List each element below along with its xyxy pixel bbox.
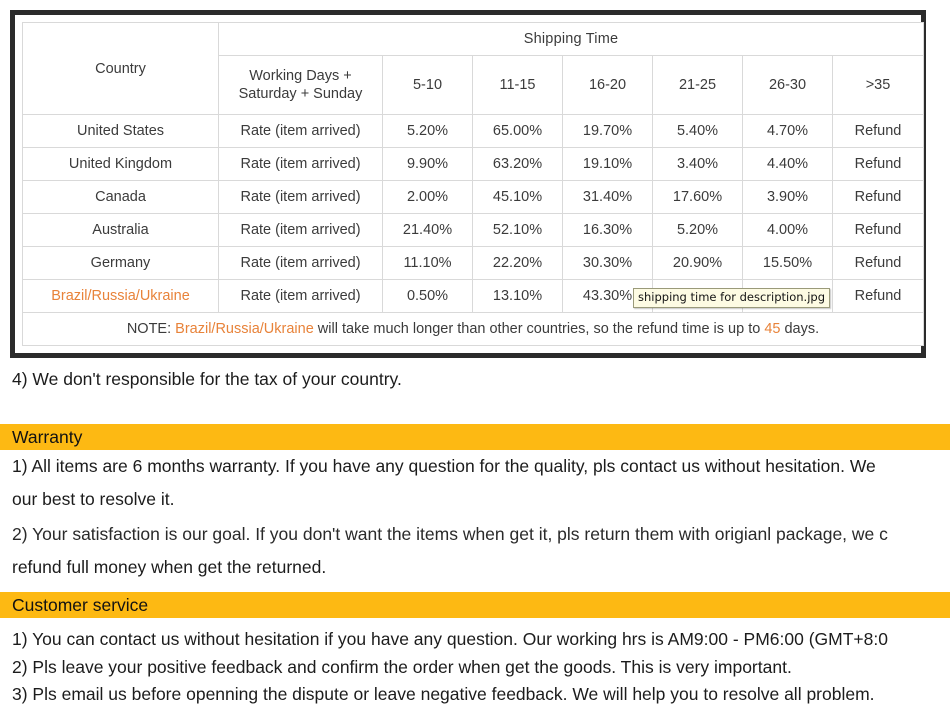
table-row: United Kingdom Rate (item arrived) 9.90%… bbox=[23, 148, 923, 181]
note-prefix: NOTE: bbox=[126, 320, 176, 337]
note-accent-days: 45 bbox=[764, 320, 781, 337]
cell-country: Australia bbox=[23, 214, 218, 247]
cell-rate-label: Rate (item arrived) bbox=[219, 214, 382, 247]
warranty-line-2: 2) Your satisfaction is our goal. If you… bbox=[12, 526, 888, 544]
cell-value: 65.00% bbox=[473, 115, 562, 148]
table-note-row: NOTE: Brazil/Russia/Ukraine will take mu… bbox=[23, 312, 923, 345]
working-days-line1: Working Days + bbox=[249, 67, 352, 84]
cell-value: 19.10% bbox=[563, 148, 652, 181]
note-suffix: days. bbox=[780, 320, 820, 337]
cell-country: United States bbox=[23, 115, 218, 148]
cell-country: Germany bbox=[23, 247, 218, 279]
image-filename-tooltip: shipping time for description.jpg bbox=[633, 288, 831, 308]
cell-value: 45.10% bbox=[473, 181, 562, 214]
cell-rate-label: Rate (item arrived) bbox=[219, 115, 382, 148]
customer-service-line-3: 3) Pls email us before openning the disp… bbox=[12, 686, 875, 704]
table-row: Canada Rate (item arrived) 2.00% 45.10% … bbox=[23, 181, 923, 214]
warranty-line-1: 1) All items are 6 months warranty. If y… bbox=[12, 458, 876, 476]
cell-rate-label: Rate (item arrived) bbox=[219, 181, 382, 214]
column-header-bucket-4: 26-30 bbox=[743, 55, 832, 115]
cell-rate-label: Rate (item arrived) bbox=[219, 279, 382, 312]
cell-value: 11.10% bbox=[383, 247, 472, 279]
note-middle: will take much longer than other countri… bbox=[313, 320, 765, 337]
column-header-bucket-0: 5-10 bbox=[383, 55, 472, 115]
cell-value: Refund bbox=[833, 279, 923, 312]
cell-value: 3.40% bbox=[653, 148, 742, 181]
warranty-line-2-cont: refund full money when get the returned. bbox=[12, 559, 327, 577]
cell-value: 5.40% bbox=[653, 115, 742, 148]
table-row: United States Rate (item arrived) 5.20% … bbox=[23, 115, 923, 148]
section-header-customer-service: Customer service bbox=[0, 592, 950, 618]
warranty-line-1-cont: our best to resolve it. bbox=[12, 491, 175, 509]
customer-service-line-2: 2) Pls leave your positive feedback and … bbox=[12, 659, 792, 677]
table-header-row-top: Country Shipping Time bbox=[23, 23, 923, 115]
cell-value: 30.30% bbox=[563, 247, 652, 279]
cell-value: 52.10% bbox=[473, 214, 562, 247]
cell-value: 22.20% bbox=[473, 247, 562, 279]
column-header-working-days: Working Days + Saturday + Sunday bbox=[219, 55, 382, 115]
cell-value: 63.20% bbox=[473, 148, 562, 181]
column-header-shipping-time: Shipping Time bbox=[219, 23, 923, 55]
cell-value: Refund bbox=[833, 214, 923, 247]
table-row: Australia Rate (item arrived) 21.40% 52.… bbox=[23, 214, 923, 247]
cell-country: United Kingdom bbox=[23, 148, 218, 181]
cell-value: 2.00% bbox=[383, 181, 472, 214]
cell-value: 17.60% bbox=[653, 181, 742, 214]
cell-value: 5.20% bbox=[383, 115, 472, 148]
cell-rate-label: Rate (item arrived) bbox=[219, 247, 382, 279]
table-note: NOTE: Brazil/Russia/Ukraine will take mu… bbox=[23, 312, 923, 345]
customer-service-line-1: 1) You can contact us without hesitation… bbox=[12, 631, 888, 649]
cell-value: 19.70% bbox=[563, 115, 652, 148]
column-header-bucket-5: >35 bbox=[833, 55, 923, 115]
tax-note-line: 4) We don't responsible for the tax of y… bbox=[12, 371, 402, 389]
cell-value: 0.50% bbox=[383, 279, 472, 312]
cell-value: 4.70% bbox=[743, 115, 832, 148]
column-header-country: Country bbox=[23, 23, 218, 115]
cell-country: Brazil/Russia/Ukraine bbox=[23, 279, 218, 312]
cell-rate-label: Rate (item arrived) bbox=[219, 148, 382, 181]
cell-value: 21.40% bbox=[383, 214, 472, 247]
cell-value: 9.90% bbox=[383, 148, 472, 181]
cell-value: Refund bbox=[833, 148, 923, 181]
section-header-warranty: Warranty bbox=[0, 424, 950, 450]
cell-value: 3.90% bbox=[743, 181, 832, 214]
cell-value: 31.40% bbox=[563, 181, 652, 214]
cell-value: 15.50% bbox=[743, 247, 832, 279]
cell-value: Refund bbox=[833, 115, 923, 148]
cell-value: Refund bbox=[833, 181, 923, 214]
table-row: Germany Rate (item arrived) 11.10% 22.20… bbox=[23, 247, 923, 279]
cell-value: Refund bbox=[833, 247, 923, 279]
note-accent-country: Brazil/Russia/Ukraine bbox=[175, 320, 314, 337]
cell-value: 4.40% bbox=[743, 148, 832, 181]
column-header-bucket-2: 16-20 bbox=[563, 55, 652, 115]
column-header-bucket-3: 21-25 bbox=[653, 55, 742, 115]
cell-country: Canada bbox=[23, 181, 218, 214]
cell-value: 4.00% bbox=[743, 214, 832, 247]
cell-value: 16.30% bbox=[563, 214, 652, 247]
cell-value: 13.10% bbox=[473, 279, 562, 312]
column-header-bucket-1: 11-15 bbox=[473, 55, 562, 115]
working-days-line2: Saturday + Sunday bbox=[238, 86, 363, 103]
cell-value: 5.20% bbox=[653, 214, 742, 247]
cell-value: 20.90% bbox=[653, 247, 742, 279]
